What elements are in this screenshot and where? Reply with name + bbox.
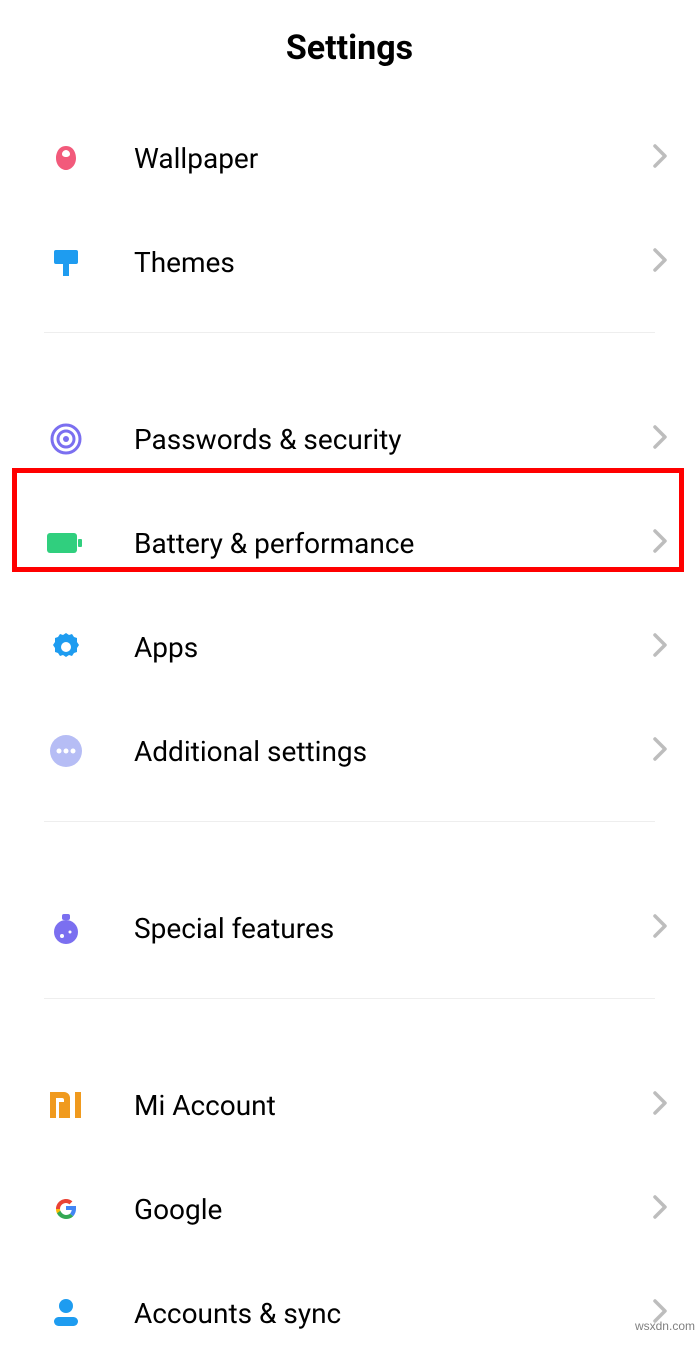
row-label: Battery & performance	[134, 527, 651, 560]
settings-row-passwords[interactable]: Passwords & security	[0, 387, 699, 491]
battery-icon	[44, 521, 88, 565]
watermark: wsxdn.com	[635, 1319, 695, 1333]
chevron-right-icon	[651, 527, 669, 559]
row-label: Google	[134, 1193, 651, 1226]
flask-icon	[44, 906, 88, 950]
settings-row-google[interactable]: Google	[0, 1157, 699, 1261]
row-label: Wallpaper	[134, 142, 651, 175]
chevron-right-icon	[651, 735, 669, 767]
chevron-right-icon	[651, 631, 669, 663]
chevron-right-icon	[651, 1193, 669, 1225]
google-logo-icon	[44, 1187, 88, 1231]
wallpaper-icon	[44, 136, 88, 180]
settings-row-themes[interactable]: Themes	[0, 210, 699, 314]
chevron-right-icon	[651, 912, 669, 944]
settings-row-battery[interactable]: Battery & performance	[0, 491, 699, 595]
fingerprint-icon	[44, 417, 88, 461]
row-label: Passwords & security	[134, 423, 651, 456]
settings-row-wallpaper[interactable]: Wallpaper	[0, 106, 699, 210]
row-label: Apps	[134, 631, 651, 664]
chevron-right-icon	[651, 142, 669, 174]
section-divider	[44, 998, 655, 999]
section-divider	[44, 332, 655, 333]
section-divider	[44, 821, 655, 822]
row-label: Themes	[134, 246, 651, 279]
settings-row-mi-account[interactable]: Mi Account	[0, 1053, 699, 1157]
settings-row-special[interactable]: Special features	[0, 876, 699, 980]
page-header: Settings	[0, 0, 699, 106]
account-icon	[44, 1291, 88, 1335]
settings-row-accounts-sync[interactable]: Accounts & sync	[0, 1261, 699, 1365]
row-label: Accounts & sync	[134, 1297, 651, 1330]
page-title: Settings	[0, 28, 699, 68]
chevron-right-icon	[651, 423, 669, 455]
chevron-right-icon	[651, 1089, 669, 1121]
gear-icon	[44, 625, 88, 669]
row-label: Additional settings	[134, 735, 651, 768]
themes-icon	[44, 240, 88, 284]
mi-logo-icon	[44, 1083, 88, 1127]
row-label: Special features	[134, 912, 651, 945]
settings-row-additional[interactable]: Additional settings	[0, 699, 699, 803]
more-icon	[44, 729, 88, 773]
row-label: Mi Account	[134, 1089, 651, 1122]
settings-row-apps[interactable]: Apps	[0, 595, 699, 699]
chevron-right-icon	[651, 246, 669, 278]
